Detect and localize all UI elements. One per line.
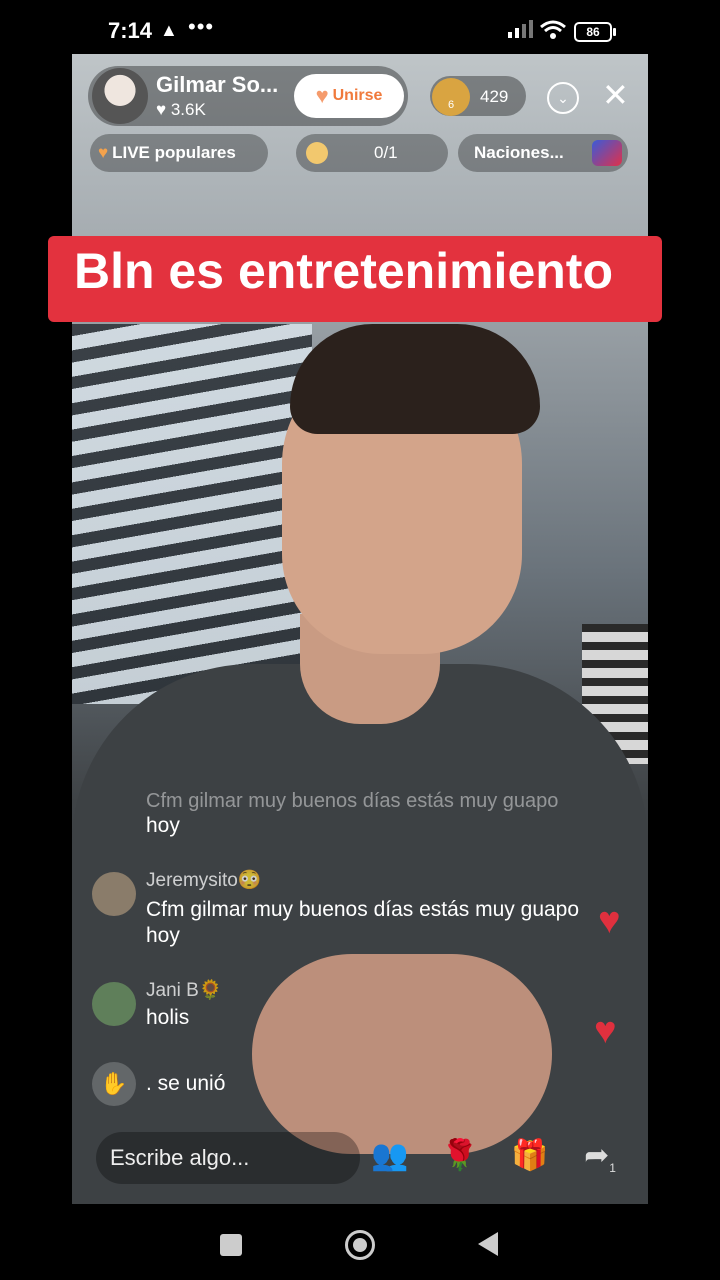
chat-avatar[interactable] (92, 872, 136, 916)
share-count: 1 (609, 1161, 616, 1175)
live-popular-label: LIVE populares (112, 143, 236, 162)
chat-message: Cfm gilmar muy buenos días estás muy gua… (146, 898, 580, 921)
streamer-hair (290, 324, 540, 434)
host-avatar[interactable] (92, 68, 148, 124)
heart-icon: ♥ (98, 143, 109, 162)
heart-icon: ♥ (598, 900, 621, 942)
guests-icon[interactable]: 👥 (370, 1136, 410, 1176)
goal-value: 0/1 (374, 143, 398, 162)
streamer-hands (252, 954, 552, 1154)
viewer-count[interactable]: 429 (480, 87, 508, 107)
share-icon[interactable]: ➦1 (580, 1136, 620, 1176)
host-likes: ♥ 3.6K (156, 100, 206, 120)
comment-input[interactable]: Escribe algo... (96, 1132, 360, 1184)
status-time: 7:14 (108, 18, 153, 43)
warning-icon: ▲ (160, 20, 178, 40)
chat-faded-line-cont: hoy (146, 814, 180, 837)
join-heart-icon: ♥ (315, 83, 329, 108)
join-label: Unirse (332, 87, 383, 105)
battery-level: 86 (586, 25, 600, 39)
planet-icon (306, 142, 328, 164)
goal-chip[interactable]: 0/1 (296, 134, 448, 172)
close-icon[interactable]: ✕ (602, 78, 629, 112)
caption-text: Bln es entretenimiento (74, 243, 613, 299)
race-car-icon (592, 140, 622, 166)
join-notice: . se unió (146, 1072, 226, 1095)
wave-icon: ✋ (92, 1062, 136, 1106)
viewer-rank-badge: 6 (447, 99, 455, 111)
chat-faded-line: Cfm gilmar muy buenos días estás muy gua… (146, 790, 559, 812)
back-button[interactable] (478, 1232, 498, 1256)
live-video[interactable] (72, 54, 648, 1204)
top-viewer-avatar[interactable]: 6 (432, 78, 470, 116)
host-name[interactable]: Gilmar So... (156, 72, 278, 98)
nations-chip[interactable]: Naciones... (458, 134, 628, 172)
gift-icon[interactable]: 🎁 (510, 1136, 550, 1176)
chat-message: holis (146, 1006, 190, 1029)
heart-icon: ♥ (156, 100, 167, 119)
home-button[interactable] (345, 1230, 375, 1260)
chevron-down-icon[interactable]: ⌄ (547, 82, 579, 114)
status-bar: 7:14 ▲ ••• 86 (0, 0, 720, 56)
system-nav-bar (0, 1204, 720, 1280)
nations-label: Naciones... (474, 143, 564, 162)
chat-username[interactable]: Jeremysito😳 (146, 868, 262, 892)
chat-message-cont: hoy (146, 924, 180, 947)
window-blinds (72, 324, 312, 704)
wifi-icon (540, 20, 566, 39)
chat-avatar[interactable] (92, 982, 136, 1026)
more-notifications-icon: ••• (188, 14, 215, 39)
signal-icon (508, 20, 533, 38)
live-popular-chip[interactable]: ♥ LIVE populares (90, 134, 268, 172)
rose-icon[interactable]: 🌹 (440, 1136, 480, 1176)
join-button[interactable]: ♥ Unirse (294, 74, 404, 118)
host-likes-count: 3.6K (170, 100, 206, 119)
battery-icon: 86 (574, 22, 616, 42)
chat-username[interactable]: Jani B🌻 (146, 978, 222, 1002)
heart-icon: ♥ (594, 1010, 617, 1052)
recents-button[interactable] (220, 1234, 242, 1256)
